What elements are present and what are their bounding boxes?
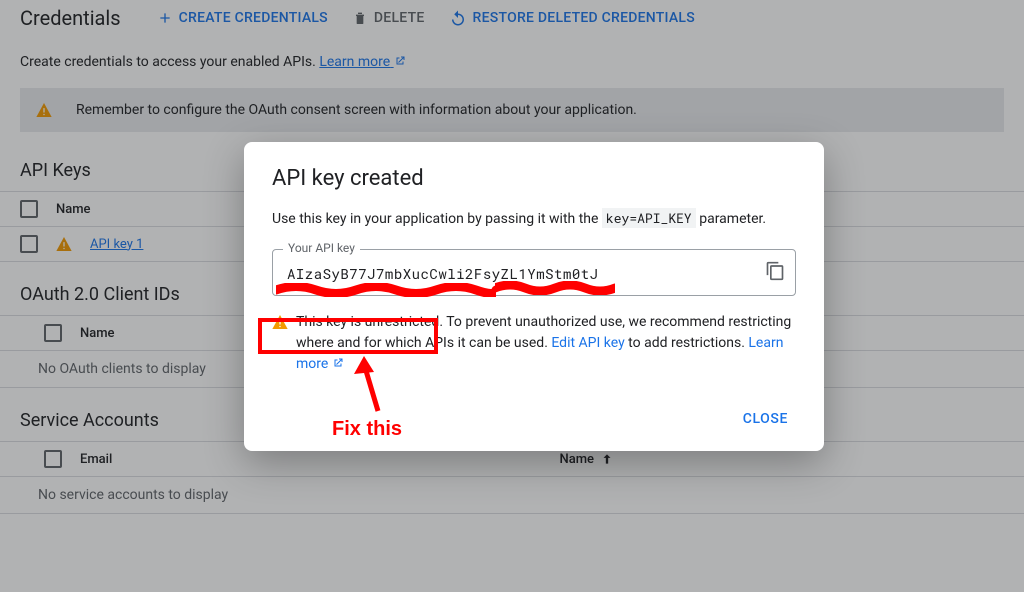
api-key-value[interactable]: AIzaSyB77J7mbXucCwli2FsyZL1YmStm0tJ [287, 264, 747, 283]
api-key-created-dialog: API key created Use this key in your app… [244, 142, 824, 451]
dialog-description: Use this key in your application by pass… [272, 209, 796, 227]
dialog-warning: This key is unrestricted. To prevent una… [272, 312, 796, 375]
field-label: Your API key [283, 241, 360, 255]
copy-button[interactable] [765, 261, 785, 285]
code-snippet: key=API_KEY [602, 208, 696, 228]
copy-icon [765, 261, 785, 281]
external-link-icon [332, 357, 344, 369]
dialog-title: API key created [272, 166, 796, 191]
warning-icon [272, 315, 288, 329]
close-button[interactable]: CLOSE [735, 405, 796, 433]
api-key-field: Your API key AIzaSyB77J7mbXucCwli2FsyZL1… [272, 249, 796, 296]
edit-api-key-link[interactable]: Edit API key [551, 335, 624, 351]
